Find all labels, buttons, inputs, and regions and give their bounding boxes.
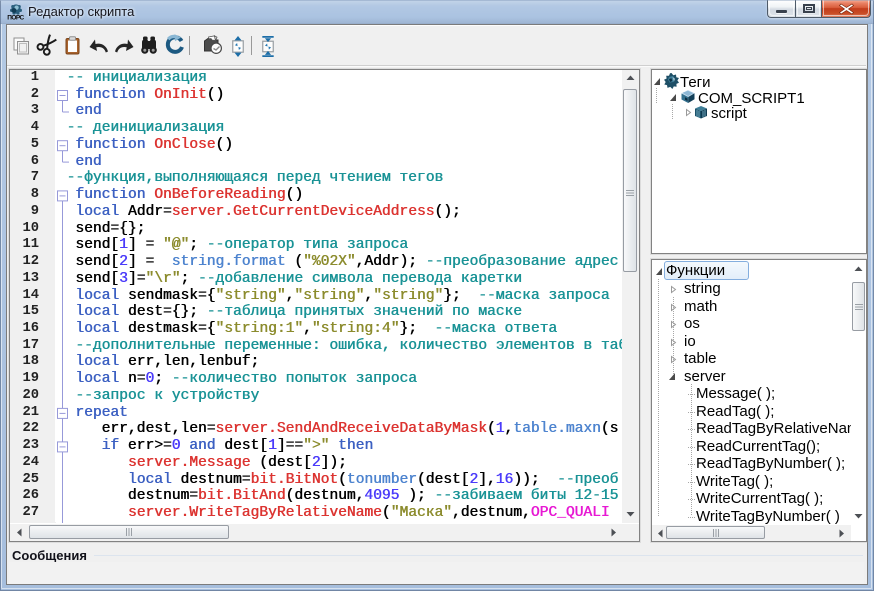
svg-text:ПОРС: ПОРС (7, 15, 24, 21)
